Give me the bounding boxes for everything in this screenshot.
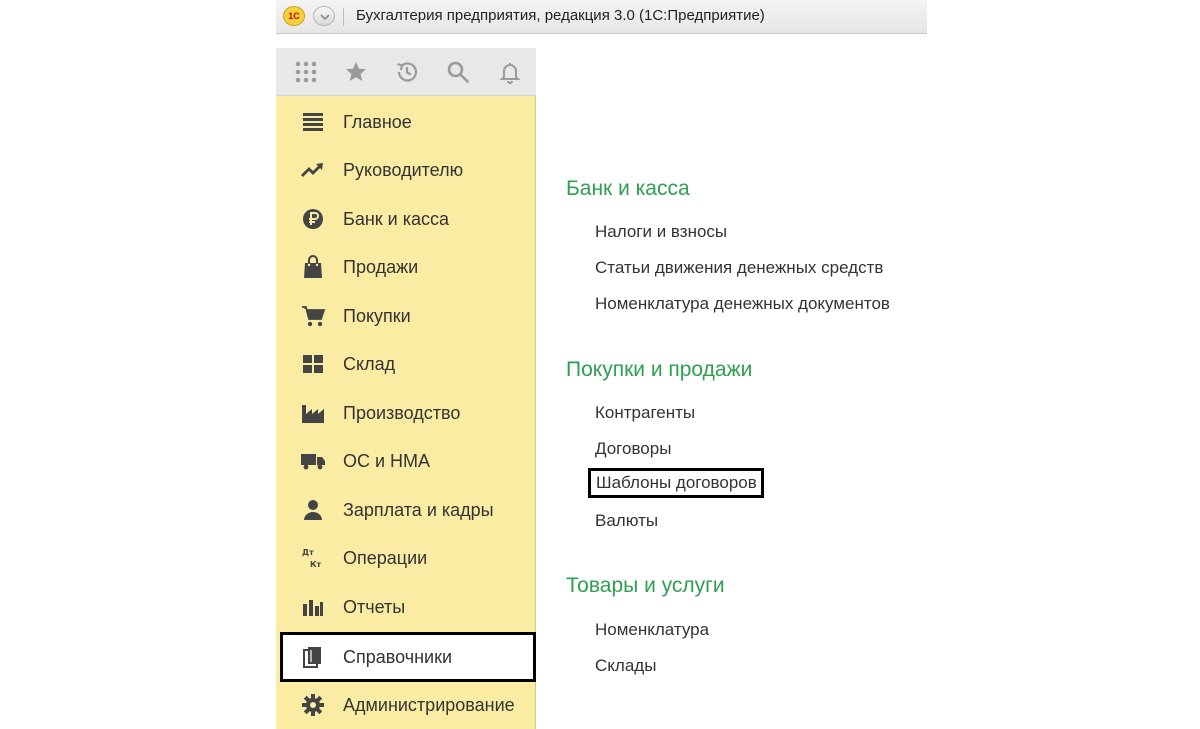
section-bank-cash[interactable]: Банк и касса: [280, 196, 536, 242]
group-title-goods-services: Товары и услуги: [566, 574, 725, 597]
cart-icon: [300, 303, 326, 329]
section-label: Справочники: [343, 646, 453, 667]
history-icon[interactable]: [393, 58, 421, 86]
section-manager[interactable]: Руководителю: [280, 147, 536, 193]
section-operations[interactable]: Дт Кт Операции: [280, 535, 536, 581]
section-catalogs[interactable]: Справочники: [280, 632, 536, 682]
section-label: Отчеты: [343, 596, 406, 617]
books-icon: [300, 644, 326, 670]
notifications-bell-icon[interactable]: [496, 58, 524, 86]
link-taxes-contributions[interactable]: Налоги и взносы: [595, 222, 727, 242]
trend-chart-icon: [300, 157, 326, 183]
group-title-purchases-sales: Покупки и продажи: [566, 358, 753, 381]
section-label: Продажи: [343, 256, 419, 277]
section-label: ОС и НМА: [343, 450, 431, 471]
section-production[interactable]: Производство: [280, 390, 536, 436]
section-label: Операции: [343, 547, 428, 568]
section-label: Руководителю: [343, 159, 464, 180]
shopping-bag-icon: [300, 254, 326, 280]
menu-lines-icon: [300, 109, 326, 135]
section-fixed-assets[interactable]: ОС и НМА: [280, 438, 536, 484]
truck-icon: [300, 448, 326, 474]
main-menu-button[interactable]: [313, 6, 335, 26]
warehouse-icon: [300, 351, 326, 377]
section-administration[interactable]: Администрирование: [280, 682, 536, 728]
link-contracts[interactable]: Договоры: [595, 439, 671, 459]
chevron-down-icon: [320, 14, 330, 21]
link-counterparties[interactable]: Контрагенты: [595, 403, 695, 423]
section-reports[interactable]: Отчеты: [280, 584, 536, 630]
link-currencies[interactable]: Валюты: [595, 511, 658, 531]
person-icon: [300, 497, 326, 523]
debit-credit-icon: Дт Кт: [300, 545, 326, 571]
section-main[interactable]: Главное: [280, 99, 536, 145]
section-sales[interactable]: Продажи: [280, 244, 536, 290]
section-warehouse[interactable]: Склад: [280, 341, 536, 387]
sections-panel: Главное Руководителю Банк и касса Продаж…: [276, 48, 536, 729]
title-separator: [343, 8, 344, 26]
section-label: Покупки: [343, 305, 411, 326]
catalogs-panel: Банк и касса Налоги и взносы Статьи движ…: [536, 48, 927, 729]
factory-icon: [300, 400, 326, 426]
link-monetary-documents-nomenclature[interactable]: Номенклатура денежных документов: [595, 294, 890, 314]
gear-icon: [300, 692, 326, 718]
bar-chart-icon: [300, 594, 326, 620]
apps-grid-icon[interactable]: [292, 58, 320, 86]
search-icon[interactable]: [444, 58, 472, 86]
favorites-star-icon[interactable]: [342, 58, 370, 86]
top-gap: [276, 34, 927, 48]
link-cash-flow-items[interactable]: Статьи движения денежных средств: [595, 258, 883, 278]
section-purchases[interactable]: Покупки: [280, 293, 536, 339]
group-title-bank-cash: Банк и касса: [566, 177, 690, 200]
debit-glyph: Дт: [302, 548, 314, 557]
ruble-coin-icon: [300, 206, 326, 232]
section-payroll-hr[interactable]: Зарплата и кадры: [280, 487, 536, 533]
app-window: 1С Бухгалтерия предприятия, редакция 3.0…: [276, 0, 927, 729]
title-bar: 1С Бухгалтерия предприятия, редакция 3.0…: [276, 0, 927, 34]
credit-glyph: Кт: [310, 560, 322, 569]
link-nomenclature[interactable]: Номенклатура: [595, 620, 709, 640]
section-label: Зарплата и кадры: [343, 499, 494, 520]
sections-toolbar: [276, 48, 536, 96]
section-label: Администрирование: [343, 694, 515, 715]
section-label: Склад: [343, 353, 396, 374]
section-label: Главное: [343, 111, 412, 132]
link-contract-templates[interactable]: Шаблоны договоров: [588, 468, 764, 498]
window-title: Бухгалтерия предприятия, редакция 3.0 (1…: [356, 7, 765, 24]
section-label: Банк и касса: [343, 208, 449, 229]
section-label: Производство: [343, 402, 461, 423]
link-warehouses[interactable]: Склады: [595, 656, 656, 676]
1c-logo: 1С: [283, 6, 305, 26]
